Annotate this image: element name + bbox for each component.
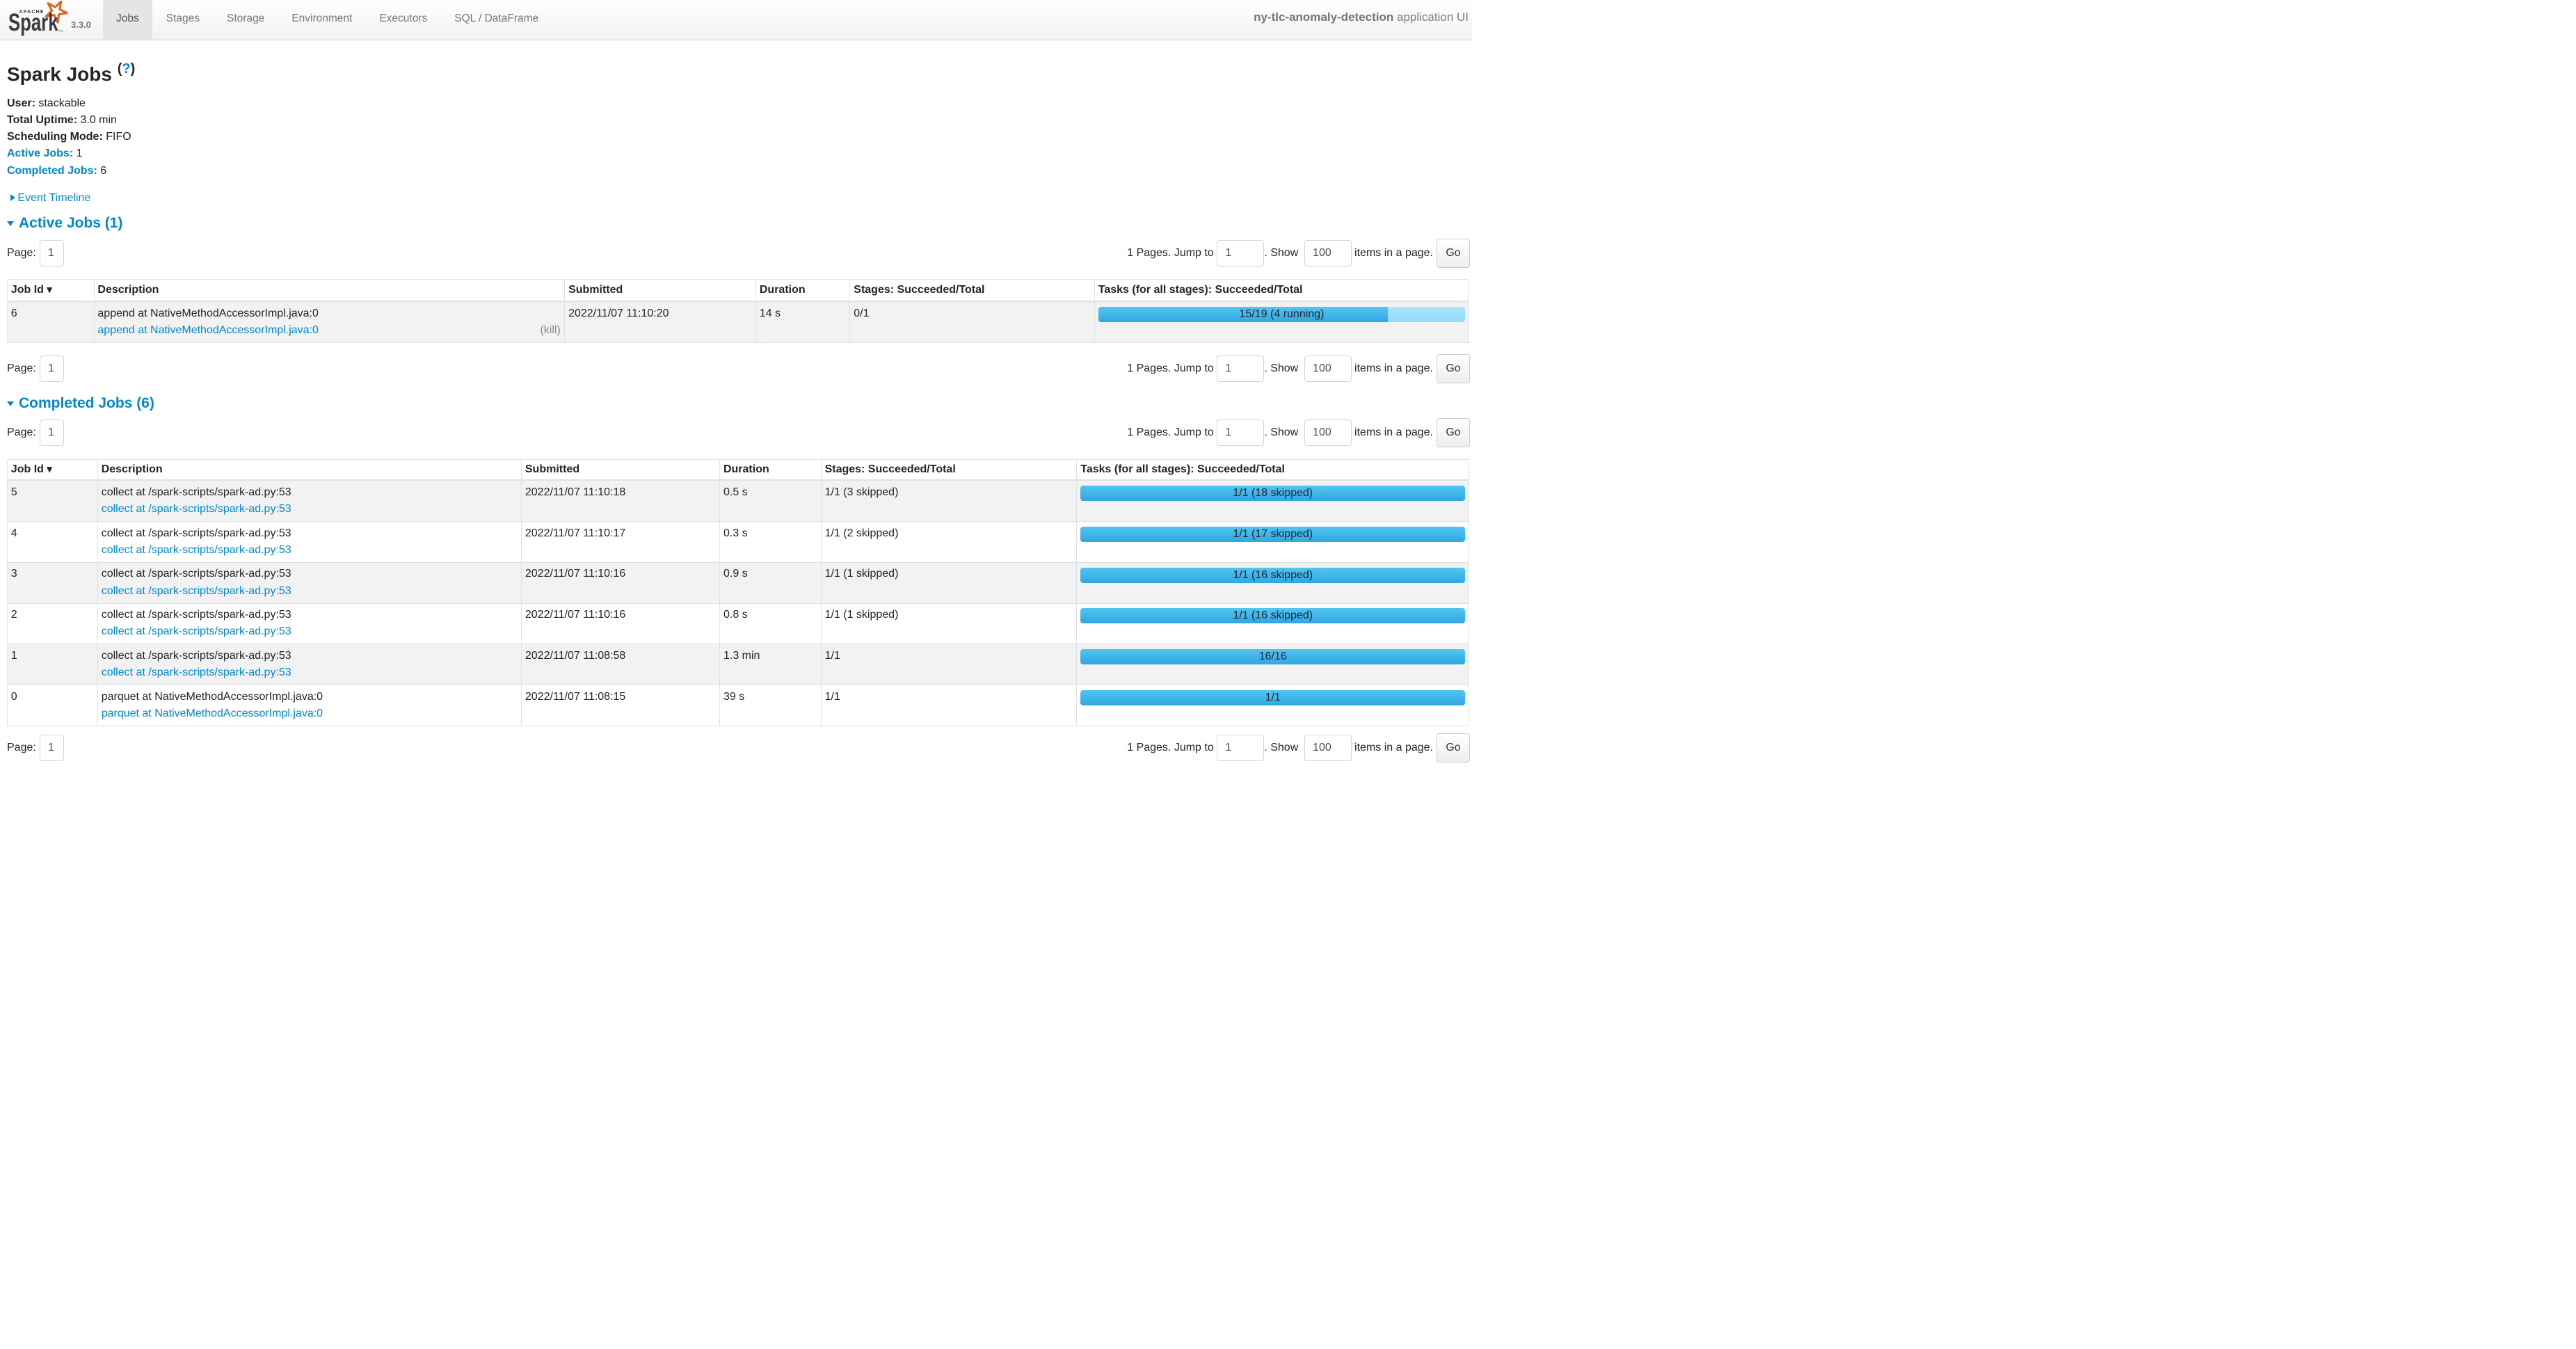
svg-text:Spark: Spark [8, 9, 58, 36]
svg-text:TM: TM [59, 29, 64, 33]
